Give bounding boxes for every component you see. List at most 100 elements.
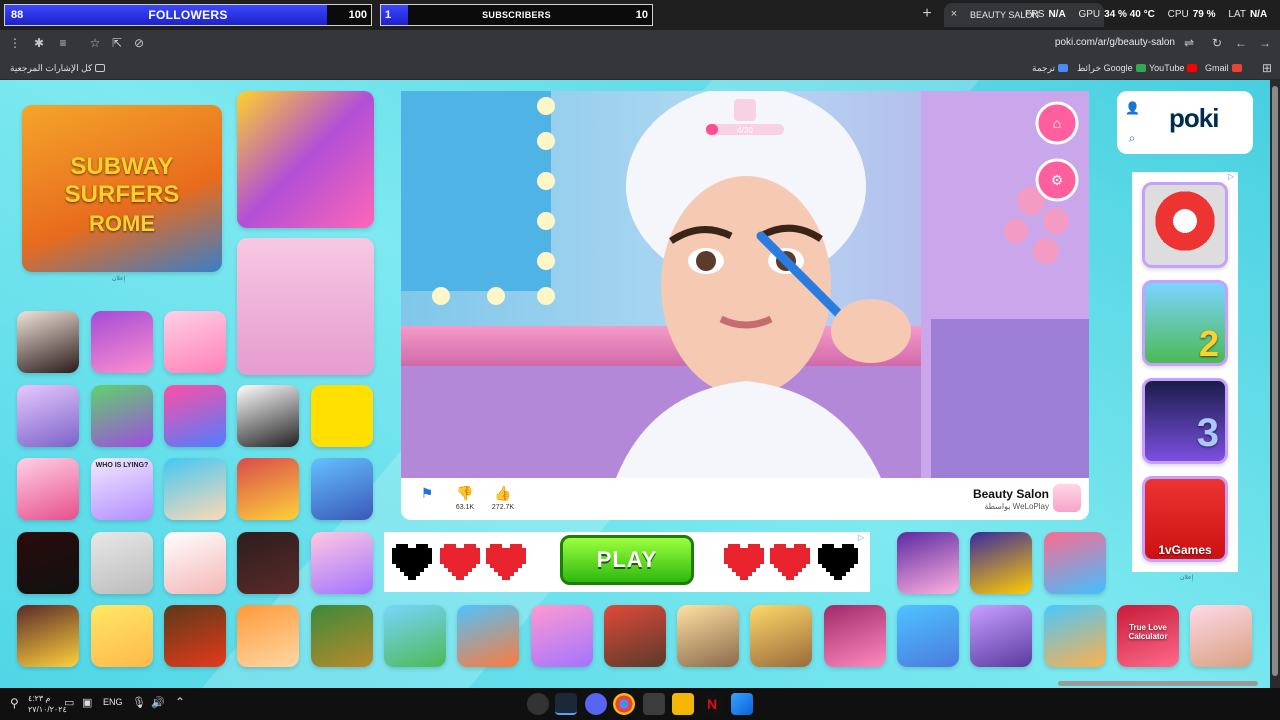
game-tile-brain-test[interactable] xyxy=(164,532,226,594)
bookmark-translate[interactable]: ترجمة xyxy=(1032,60,1071,76)
scrollbar-thumb[interactable] xyxy=(1272,86,1278,676)
game-tile-hand-doctor[interactable] xyxy=(164,458,226,520)
bookmark-gmail[interactable]: Gmail xyxy=(1205,60,1245,76)
back-icon[interactable]: → xyxy=(1256,34,1274,52)
game-tile-fruit-ninja[interactable] xyxy=(164,605,226,667)
game-tile-stickman[interactable] xyxy=(91,532,153,594)
file-explorer-taskbar-icon[interactable] xyxy=(672,693,694,715)
game-tile-stack-tower[interactable] xyxy=(457,605,519,667)
address-bar[interactable]: poki.com/ar/g/beauty-salon xyxy=(1005,35,1175,51)
ad-tag-left: إعلان xyxy=(112,276,126,282)
game-tile-subway-surfers[interactable]: SUBWAY SURFERS ROME xyxy=(22,105,222,272)
steam-taskbar-icon[interactable] xyxy=(555,693,577,715)
game-tile-temple-run[interactable] xyxy=(311,605,373,667)
game-tile-nail-art[interactable] xyxy=(91,311,153,373)
game-tile-parking[interactable] xyxy=(897,605,959,667)
game-tile-fashion-girls[interactable] xyxy=(1044,532,1106,594)
ad-tile-pokemon[interactable] xyxy=(1142,182,1228,268)
like-button[interactable]: 👍 272.7K xyxy=(483,484,523,514)
game-tile-house-design[interactable] xyxy=(677,605,739,667)
ad-choices-icon[interactable]: ▷ xyxy=(1228,172,1234,181)
tray-chevron-icon[interactable]: ⌃ xyxy=(175,695,185,709)
ad-choices-icon[interactable]: ▷ xyxy=(858,533,864,542)
microphone-icon[interactable]: 🎙 xyxy=(132,696,146,709)
bookmark-youtube[interactable]: YouTube xyxy=(1149,60,1200,76)
clock[interactable]: م ٤:٢٣ ٢٧/١٠/٢٠٢٤ xyxy=(28,693,67,715)
report-button[interactable]: ⚑ xyxy=(407,484,447,502)
game-tile-lips-paint[interactable] xyxy=(237,385,299,447)
game-tile-dress-sisters[interactable] xyxy=(17,458,79,520)
game-tile-monkey-mart[interactable] xyxy=(1044,605,1106,667)
game-tile-anime-dressup[interactable] xyxy=(17,385,79,447)
game-tile-horror[interactable] xyxy=(17,532,79,594)
game-tile-tic-tac-toe[interactable] xyxy=(604,605,666,667)
site-settings-icon[interactable]: ⇌ xyxy=(1180,34,1198,52)
windows-start-icon[interactable] xyxy=(731,693,753,715)
game-tile-milkshake[interactable] xyxy=(824,605,886,667)
chatgpt-taskbar-icon[interactable] xyxy=(527,693,549,715)
game-tile-scary-teacher[interactable] xyxy=(237,532,299,594)
game-tile-hair-salon[interactable] xyxy=(237,91,374,228)
game-tile-runway[interactable] xyxy=(91,385,153,447)
user-icon[interactable]: 👤 xyxy=(1125,101,1140,115)
ad-tile-hill-climb[interactable]: 2 xyxy=(1142,280,1228,366)
apps-grid-icon[interactable]: ⊞ xyxy=(1258,59,1276,77)
volume-icon[interactable]: 🔊 xyxy=(151,696,165,709)
reload-icon[interactable]: ↻ xyxy=(1208,34,1226,52)
game-tile-bunny-doll[interactable] xyxy=(531,605,593,667)
reading-list-icon[interactable]: ≡ xyxy=(54,34,72,52)
game-tile-ragdoll[interactable] xyxy=(91,605,153,667)
tab-close-icon[interactable]: × xyxy=(946,6,962,22)
game-tile-geometry[interactable] xyxy=(311,385,373,447)
play-button[interactable]: PLAY xyxy=(560,535,694,585)
battery-icon[interactable]: ▭ xyxy=(64,696,74,709)
eye-off-icon[interactable]: ⊘ xyxy=(130,34,148,52)
home-icon[interactable]: ⌂ xyxy=(1047,113,1067,133)
wifi-icon[interactable]: ⚲ xyxy=(10,696,19,710)
netflix-taskbar-icon[interactable]: N xyxy=(701,693,723,715)
poki-logo[interactable]: poki xyxy=(1169,103,1219,134)
game-tile-vip-dress[interactable] xyxy=(897,532,959,594)
game-tile-home-clean[interactable] xyxy=(1190,605,1252,667)
game-tile-who-is-lying[interactable]: WHO IS LYING? xyxy=(91,458,153,520)
new-tab-button[interactable]: + xyxy=(918,5,936,23)
folder-icon xyxy=(95,64,106,72)
share-icon[interactable]: ⇱ xyxy=(108,34,126,52)
settings-gear-icon[interactable]: ⚙ xyxy=(1047,170,1067,190)
game-tile-pony-girl[interactable] xyxy=(970,605,1032,667)
all-bookmarks[interactable]: كل الإشارات المرجعية xyxy=(10,60,108,76)
game-canvas[interactable]: 4/30 ⌂ ⚙ xyxy=(401,91,1089,478)
vertical-scrollbar[interactable] xyxy=(1270,80,1280,688)
network-icon[interactable]: ▣ xyxy=(82,696,92,709)
game-tile-makeup[interactable] xyxy=(17,311,79,373)
search-icon[interactable]: ⌕ xyxy=(1125,131,1139,145)
game-tile-beauty-salon[interactable] xyxy=(311,532,373,594)
store-taskbar-icon[interactable] xyxy=(643,693,665,715)
game-tile-cat-pizza[interactable] xyxy=(237,605,299,667)
play-ad-banner[interactable]: PLAY ▷ xyxy=(384,532,870,592)
menu-dots-icon[interactable]: ⋮ xyxy=(6,34,24,52)
game-tile-block-puzzle[interactable] xyxy=(970,532,1032,594)
extensions-icon[interactable]: ✱ xyxy=(30,34,48,52)
game-tile-fashion-show[interactable] xyxy=(237,238,374,375)
game-tile-hill-climb[interactable] xyxy=(384,605,446,667)
dislike-button[interactable]: 👎 63.1K xyxy=(445,484,485,514)
game-tile-idle-hotel[interactable] xyxy=(311,458,373,520)
ad-tile-mario[interactable]: 1vGames xyxy=(1142,476,1228,562)
tile-title: True Love Calculator xyxy=(1128,623,1168,641)
language-indicator[interactable]: ENG xyxy=(103,697,123,707)
horizontal-scrollbar-thumb[interactable] xyxy=(1058,681,1258,686)
game-tile-king-troll[interactable] xyxy=(17,605,79,667)
bookmark-star-icon[interactable]: ☆ xyxy=(86,34,104,52)
followers-label: FOLLOWERS xyxy=(148,8,228,22)
game-tile-doll-dress[interactable] xyxy=(164,311,226,373)
ad-tile-piano-tiles[interactable]: 3 xyxy=(1142,378,1228,464)
chrome-taskbar-icon[interactable] xyxy=(613,693,635,715)
game-tile-capybara[interactable] xyxy=(750,605,812,667)
game-tile-color-paint[interactable] xyxy=(164,385,226,447)
game-tile-love-calculator[interactable]: True Love Calculator xyxy=(1117,605,1179,667)
forward-icon[interactable]: ← xyxy=(1232,34,1250,52)
discord-taskbar-icon[interactable] xyxy=(585,693,607,715)
bookmark-maps[interactable]: خرائط Google xyxy=(1077,60,1149,76)
game-tile-subway-clash[interactable] xyxy=(237,458,299,520)
